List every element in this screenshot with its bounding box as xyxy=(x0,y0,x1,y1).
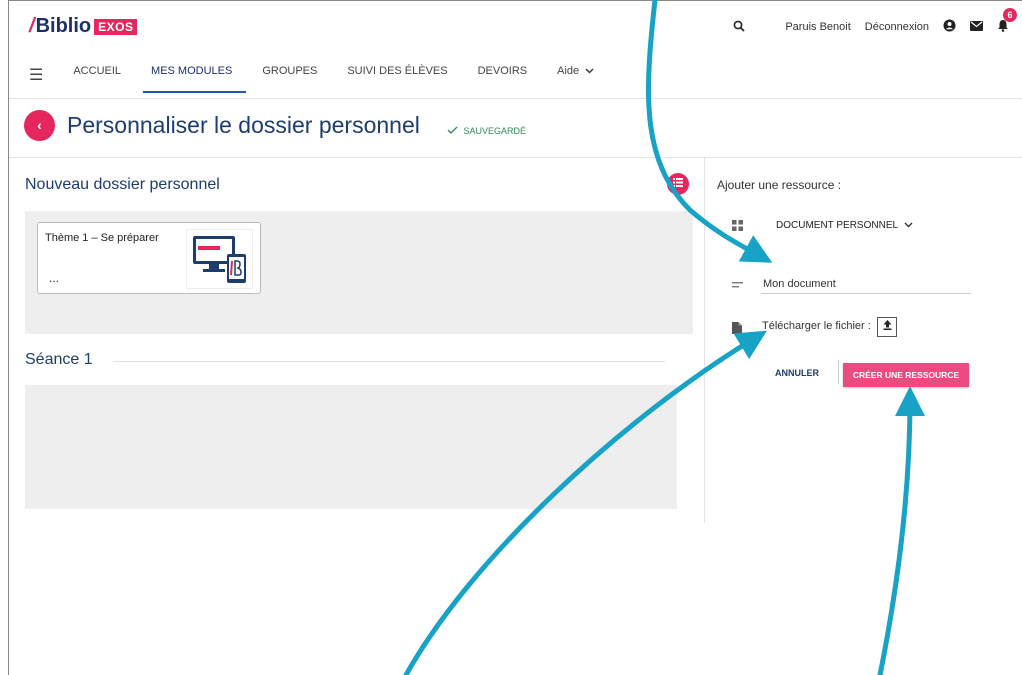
button-divider xyxy=(838,360,839,384)
logout-link[interactable]: Déconnexion xyxy=(865,21,929,33)
logo[interactable]: / Biblio EXOS xyxy=(29,15,138,38)
notification-badge: 6 xyxy=(1003,8,1017,22)
module-thumbnail-image xyxy=(186,229,253,289)
nav-item-mes-modules[interactable]: MES MODULES xyxy=(143,57,247,93)
nav-item-devoirs[interactable]: DEVOIRS xyxy=(478,57,528,93)
chevron-down-icon xyxy=(900,220,913,231)
account-icon[interactable] xyxy=(943,19,956,35)
session-divider xyxy=(113,361,665,362)
upload-file-label: Télécharger le fichier : xyxy=(762,320,871,332)
folder-title: Nouveau dossier personnel xyxy=(25,176,220,193)
top-right-actions: Paruis Benoit Déconnexion 6 xyxy=(733,8,1017,35)
menu-icon[interactable]: ☰ xyxy=(29,65,43,85)
module-card[interactable]: Thème 1 – Se préparer ... xyxy=(37,222,261,294)
list-view-button[interactable] xyxy=(667,173,689,195)
add-resource-heading: Ajouter une ressource : xyxy=(717,178,842,192)
upload-icon xyxy=(883,320,892,333)
notifications-icon[interactable]: 6 xyxy=(997,8,1017,35)
nav-item-aide[interactable]: Aide xyxy=(557,57,594,93)
folder-panel: Nouveau dossier personnel Thème 1 – Se p… xyxy=(9,158,704,523)
app-window: / Biblio EXOS Paruis Benoit Déconnexion … xyxy=(8,0,1022,675)
logo-tag: EXOS xyxy=(94,18,138,35)
nav-item-groupes[interactable]: GROUPES xyxy=(262,57,317,93)
top-bar: / Biblio EXOS Paruis Benoit Déconnexion … xyxy=(9,1,1022,99)
cancel-button[interactable]: ANNULER xyxy=(775,368,819,378)
session-title: Séance 1 xyxy=(25,351,93,368)
logo-text: Biblio xyxy=(35,15,92,37)
module-card-title: Thème 1 – Se préparer xyxy=(45,232,159,244)
document-name-input[interactable] xyxy=(761,275,971,294)
nav-item-accueil[interactable]: ACCUEIL xyxy=(73,57,121,93)
module-area: Thème 1 – Se préparer ... xyxy=(25,211,693,334)
resource-type-select[interactable]: DOCUMENT PERSONNEL xyxy=(776,220,913,231)
saved-status-text: SAUVEGARDÉ xyxy=(463,126,527,136)
upload-file-button[interactable] xyxy=(877,317,897,337)
add-resource-panel: Ajouter une ressource : DOCUMENT PERSONN… xyxy=(705,158,1022,523)
main-nav: ☰ ACCUEIL MES MODULES GROUPES SUIVI DES … xyxy=(29,57,594,93)
user-name-link[interactable]: Paruis Benoit xyxy=(785,21,850,33)
search-icon[interactable] xyxy=(733,20,745,35)
mail-icon[interactable] xyxy=(970,20,983,34)
create-resource-button[interactable]: CRÉER UNE RESSOURCE xyxy=(843,363,969,387)
nav-item-aide-label: Aide xyxy=(557,65,580,77)
resource-type-value: DOCUMENT PERSONNEL xyxy=(776,220,898,231)
session-area xyxy=(25,385,677,509)
nav-item-suivi-eleves[interactable]: SUIVI DES ÉLÈVES xyxy=(347,57,447,93)
saved-status: SAUVEGARDÉ xyxy=(447,126,526,136)
page-header: ‹ Personnaliser le dossier personnel SAU… xyxy=(9,99,1022,158)
file-icon xyxy=(731,322,743,334)
chevron-down-icon xyxy=(582,65,594,77)
page-title: Personnaliser le dossier personnel xyxy=(67,112,420,138)
check-icon xyxy=(447,126,464,136)
type-grid-icon xyxy=(731,220,743,232)
chevron-left-icon: ‹ xyxy=(37,117,42,133)
back-button[interactable]: ‹ xyxy=(24,110,55,141)
list-icon xyxy=(673,178,683,190)
module-card-more: ... xyxy=(49,271,60,285)
text-lines-icon xyxy=(731,280,743,292)
